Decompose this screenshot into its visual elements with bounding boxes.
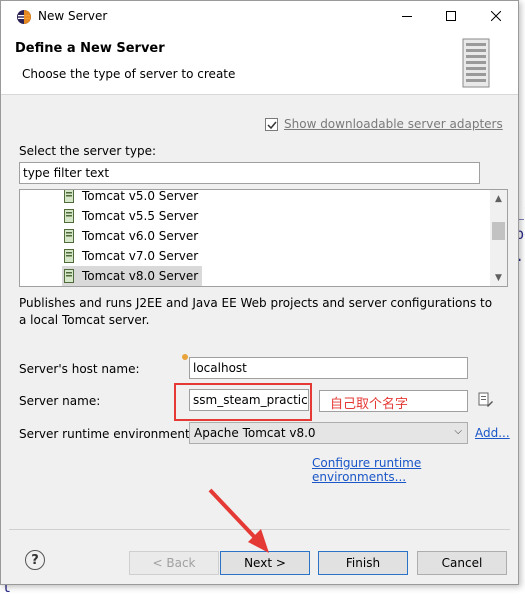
next-button[interactable]: Next > [220, 551, 310, 575]
server-icon [64, 249, 74, 263]
wizard-body: Show downloadable server adapters Select… [1, 95, 518, 584]
minimize-button[interactable] [384, 1, 429, 31]
window-title: New Server [38, 9, 108, 23]
server-type-description: Publishes and runs J2EE and Java EE Web … [19, 296, 493, 327]
server-icon [64, 229, 74, 243]
annotation-note: 自己取个名字 [319, 390, 468, 412]
scroll-up-icon[interactable]: ▲ [490, 190, 507, 207]
wizard-banner: Define a New Server Choose the type of s… [1, 32, 518, 95]
runtime-label: Server runtime environment: [19, 427, 194, 441]
banner-subtitle: Choose the type of server to create [22, 67, 236, 81]
tree-item[interactable]: Tomcat v7.0 Server [62, 246, 202, 266]
runtime-select[interactable]: Apache Tomcat v8.0 ⌵ [189, 422, 468, 444]
tree-item[interactable]: Tomcat v5.0 Server [62, 189, 202, 206]
configure-runtime-link[interactable]: Configure runtime environments... [312, 456, 518, 484]
server-icon [64, 190, 74, 203]
close-icon [490, 11, 501, 21]
tree-item-label: Tomcat v5.5 Server [82, 209, 199, 223]
server-icon [64, 269, 74, 283]
chevron-down-icon: ⌵ [454, 426, 462, 437]
cancel-button[interactable]: Cancel [417, 551, 507, 575]
annotation-highlight-box [174, 383, 312, 421]
scroll-down-icon[interactable]: ▼ [490, 269, 507, 286]
help-button[interactable]: ? [25, 550, 45, 570]
minimize-icon [401, 16, 412, 17]
new-server-dialog: New Server Define a New Server Choose th… [0, 0, 519, 585]
tree-item-label: Tomcat v7.0 Server [82, 249, 199, 263]
close-button[interactable] [473, 1, 518, 31]
tree-item-label: Tomcat v8.0 Server [82, 269, 199, 283]
tree-item[interactable]: Tomcat v6.0 Server [62, 226, 202, 246]
eclipse-icon [17, 10, 31, 24]
maximize-icon [445, 11, 456, 21]
add-runtime-link[interactable]: Add... [475, 426, 510, 440]
tree-item-label: Tomcat v5.0 Server [82, 189, 199, 203]
tree-item[interactable]: Tomcat v5.5 Server [62, 206, 202, 226]
server-type-tree[interactable]: Tomcat v5.0 Server Tomcat v5.5 Server To… [19, 189, 508, 287]
checkmark-icon [266, 121, 277, 129]
host-name-input[interactable]: localhost [189, 357, 468, 379]
banner-title: Define a New Server [15, 41, 165, 56]
title-bar: New Server [1, 1, 518, 32]
scroll-thumb[interactable] [492, 222, 505, 240]
show-downloadable-checkbox[interactable] [265, 118, 278, 131]
tree-item-label: Tomcat v6.0 Server [82, 229, 199, 243]
tree-scrollbar[interactable]: ▲ ▼ [490, 190, 507, 286]
server-icon [64, 209, 74, 223]
warning-decoration-icon [182, 354, 188, 360]
server-tower-icon [462, 38, 490, 88]
finish-button[interactable]: Finish [318, 551, 408, 575]
edit-name-icon[interactable] [478, 392, 494, 408]
runtime-select-value: Apache Tomcat v8.0 [194, 426, 316, 440]
back-button[interactable]: < Back [129, 551, 219, 575]
server-name-label: Server name: [19, 394, 101, 408]
server-type-label: Select the server type: [19, 144, 156, 158]
maximize-button[interactable] [428, 1, 473, 31]
type-filter-input[interactable]: type filter text [19, 162, 480, 184]
host-name-label: Server's host name: [19, 362, 140, 376]
tree-item-selected[interactable]: Tomcat v8.0 Server [62, 266, 203, 286]
button-bar-divider [9, 529, 510, 530]
show-downloadable-label[interactable]: Show downloadable server adapters [284, 117, 503, 131]
